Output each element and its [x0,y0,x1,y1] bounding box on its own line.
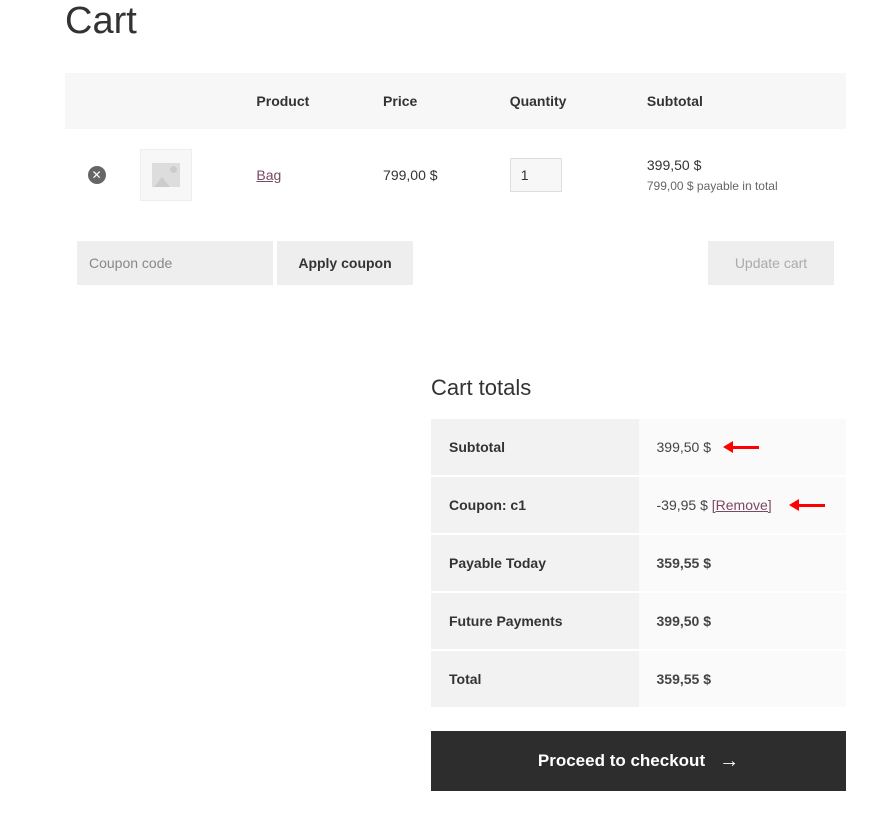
totals-coupon-amount: -39,95 $ [657,497,712,513]
col-header-remove [65,73,128,129]
arrow-annotation-icon [789,500,825,510]
col-header-product: Product [244,73,371,129]
proceed-to-checkout-button[interactable]: Proceed to checkout → [431,731,846,791]
quantity-input[interactable] [510,158,562,192]
totals-total-label: Total [431,650,639,708]
cart-totals-heading: Cart totals [431,375,846,401]
col-header-price: Price [371,73,498,129]
totals-subtotal-text: 399,50 $ [657,439,712,455]
item-price: 799,00 $ [371,129,498,221]
cart-row: ✕ Bag 799,00 $ [65,129,846,221]
cart-totals-table: Subtotal 399,50 $ Coupon: c1 -39,95 $ [R… [431,419,846,709]
totals-subtotal-value: 399,50 $ [639,419,847,476]
totals-row-subtotal: Subtotal 399,50 $ [431,419,846,476]
update-cart-button[interactable]: Update cart [708,241,834,285]
col-header-quantity: Quantity [498,73,635,129]
col-header-thumb [128,73,244,129]
checkout-button-label: Proceed to checkout [538,751,705,771]
totals-future-label: Future Payments [431,592,639,650]
cart-actions-row: Apply coupon Update cart [65,221,846,305]
item-subtotal-note: 799,00 $ payable in total [647,179,834,193]
totals-coupon-label: Coupon: c1 [431,476,639,534]
cart-table: Product Price Quantity Subtotal ✕ [65,73,846,305]
totals-row-payable: Payable Today 359,55 $ [431,534,846,592]
totals-row-coupon: Coupon: c1 -39,95 $ [Remove] [431,476,846,534]
item-subtotal: 399,50 $ [647,157,834,173]
arrow-annotation-icon [723,442,759,452]
remove-item-button[interactable]: ✕ [88,166,106,184]
totals-payable-label: Payable Today [431,534,639,592]
placeholder-image-icon [152,163,180,187]
totals-subtotal-label: Subtotal [431,419,639,476]
coupon-code-input[interactable] [77,241,273,285]
product-link[interactable]: Bag [256,167,281,183]
totals-future-value: 399,50 $ [639,592,847,650]
remove-coupon-link[interactable]: [Remove] [712,497,772,513]
totals-coupon-value: -39,95 $ [Remove] [639,476,847,534]
apply-coupon-button[interactable]: Apply coupon [277,241,413,285]
totals-row-total: Total 359,55 $ [431,650,846,708]
totals-total-value: 359,55 $ [639,650,847,708]
totals-row-future: Future Payments 399,50 $ [431,592,846,650]
product-thumbnail[interactable] [140,149,192,201]
col-header-subtotal: Subtotal [635,73,846,129]
arrow-right-icon: → [719,750,739,773]
totals-payable-value: 359,55 $ [639,534,847,592]
cart-totals-section: Cart totals Subtotal 399,50 $ Coupon: c1… [431,375,846,791]
page-title: Cart [65,0,846,43]
